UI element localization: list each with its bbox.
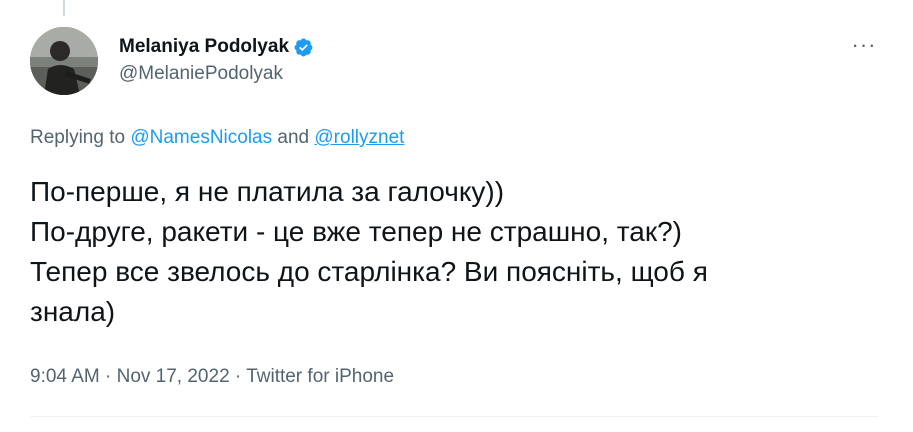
avatar[interactable] [30, 27, 98, 95]
replying-to-label: Replying to [30, 127, 126, 148]
tweet-text-line: По-друге, ракети - це вже тепер не страш… [30, 216, 682, 247]
replying-to-line: Replying to @NamesNicolas and @rollyznet [30, 127, 404, 149]
tweet-time[interactable]: 9:04 AM [30, 366, 100, 387]
mention-link-namesnicolas[interactable]: @NamesNicolas [130, 127, 272, 148]
tweet-text-line: По-перше, я не платила за галочку)) [30, 176, 505, 207]
author-name-row: Melaniya Podolyak [119, 35, 314, 59]
thread-connector-line [63, 0, 65, 16]
ellipsis-icon: ··· [851, 32, 877, 57]
tweet-text: По-перше, я не платила за галочку)) По-д… [30, 172, 875, 332]
tweet-date[interactable]: Nov 17, 2022 [117, 366, 230, 387]
profile-photo-icon [30, 27, 98, 95]
meta-separator: · [234, 366, 242, 387]
verified-badge-icon[interactable] [293, 37, 314, 58]
meta-separator: · [105, 366, 112, 387]
tweet-text-line: Тепер все звелось до старлінка? Ви поясн… [30, 256, 708, 287]
divider [30, 416, 878, 417]
replying-to-conjunction: and [277, 127, 310, 148]
more-options-button[interactable]: ··· [845, 30, 883, 60]
author-handle[interactable]: @MelaniePodolyak [119, 63, 283, 85]
tweet-source: Twitter for iPhone [246, 366, 395, 387]
author-display-name[interactable]: Melaniya Podolyak [119, 36, 289, 58]
tweet-meta: 9:04 AM · Nov 17, 2022 · Twitter for iPh… [30, 366, 394, 388]
mention-link-rollyznet[interactable]: @rollyznet [314, 127, 404, 148]
tweet-text-line: знала) [30, 296, 116, 327]
